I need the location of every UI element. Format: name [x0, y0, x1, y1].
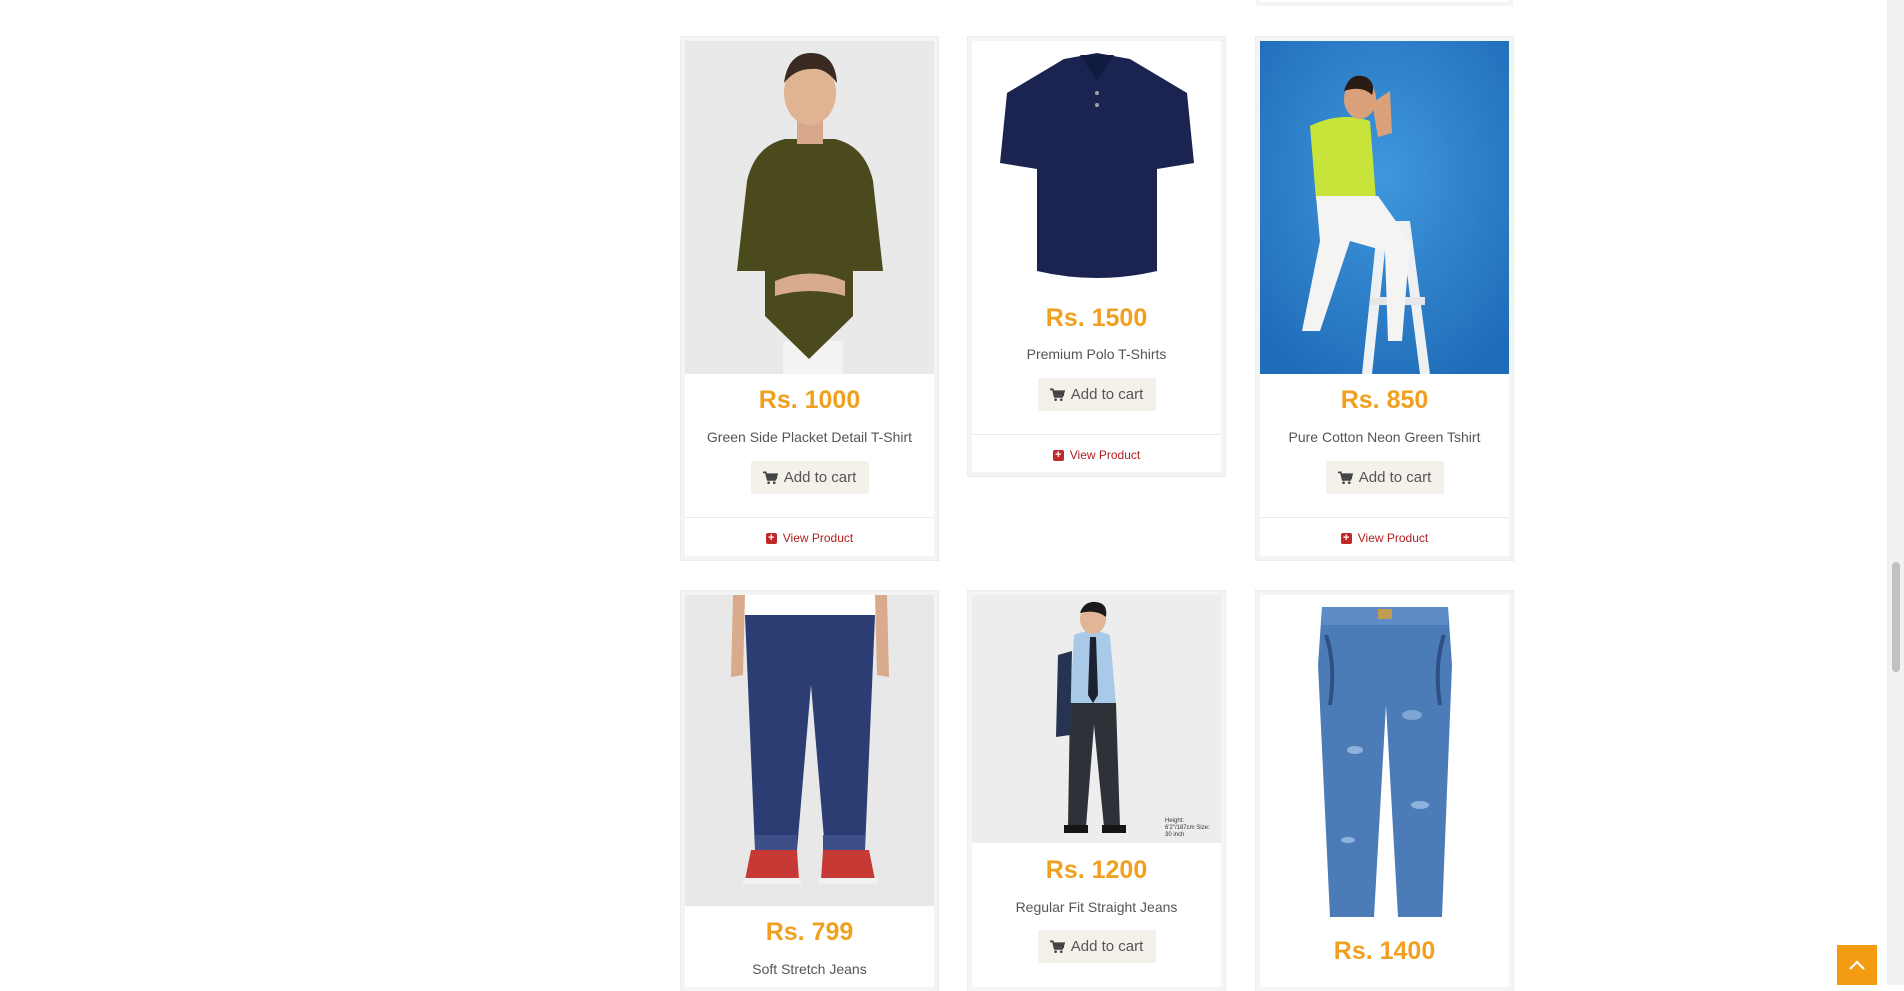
view-product-link[interactable]: + View Product: [972, 434, 1221, 475]
product-image[interactable]: [685, 595, 934, 906]
product-name: Regular Fit Straight Jeans: [1015, 899, 1178, 915]
add-to-cart-label: Add to cart: [1358, 469, 1432, 486]
plus-square-icon: +: [765, 532, 777, 544]
product-card: Height: 6'2"/187cm Size: 30 inch Rs. 120…: [967, 590, 1226, 991]
product-price: Rs. 1000: [758, 386, 861, 414]
cart-icon: [762, 471, 778, 484]
product-price: Rs. 850: [1340, 386, 1429, 414]
cart-icon: [1049, 388, 1065, 401]
product-card: Rs. 1400: [1255, 590, 1514, 991]
view-product-label: View Product: [1357, 531, 1429, 545]
product-image[interactable]: [1260, 41, 1509, 374]
plus-square-icon: +: [1052, 449, 1064, 461]
product-card-partial: [1256, 0, 1513, 6]
view-product-link[interactable]: + View Product: [685, 517, 934, 558]
add-to-cart-button[interactable]: Add to cart: [1325, 461, 1444, 494]
cart-icon: [1337, 471, 1353, 484]
add-to-cart-button[interactable]: Add to cart: [1037, 378, 1156, 411]
product-image[interactable]: [972, 41, 1221, 301]
view-product-label: View Product: [782, 531, 854, 545]
cart-icon: [1049, 940, 1065, 953]
plus-square-icon: +: [1340, 532, 1352, 544]
product-image[interactable]: Height: 6'2"/187cm Size: 30 inch: [972, 595, 1221, 843]
add-to-cart-label: Add to cart: [1070, 386, 1144, 403]
product-price: Rs. 1500: [1045, 304, 1148, 332]
view-product-label: View Product: [1069, 448, 1141, 462]
scrollbar-thumb[interactable]: [1892, 562, 1900, 672]
product-card: Rs. 1500 Premium Polo T-Shirts Add to ca…: [967, 36, 1226, 477]
chevron-up-icon: [1849, 960, 1865, 970]
page-scrollbar[interactable]: [1887, 0, 1904, 985]
view-product-link[interactable]: + View Product: [1260, 517, 1509, 558]
product-name: Green Side Placket Detail T-Shirt: [706, 429, 913, 445]
product-name: Soft Stretch Jeans: [752, 961, 867, 977]
product-price: Rs. 1200: [1045, 856, 1148, 884]
add-to-cart-label: Add to cart: [783, 469, 857, 486]
back-to-top-button[interactable]: [1837, 945, 1877, 985]
product-price: Rs. 799: [765, 918, 854, 946]
product-name: Premium Polo T-Shirts: [1026, 346, 1167, 362]
product-image[interactable]: [685, 41, 934, 374]
product-price: Rs. 1400: [1333, 937, 1436, 965]
add-to-cart-button[interactable]: Add to cart: [1037, 930, 1156, 963]
product-card: Rs. 799 Soft Stretch Jeans: [680, 590, 939, 991]
product-name: Pure Cotton Neon Green Tshirt: [1288, 429, 1481, 445]
add-to-cart-label: Add to cart: [1070, 938, 1144, 955]
image-caption: Height: 6'2"/187cm Size: 30 inch: [1165, 818, 1210, 838]
product-card: Rs. 850 Pure Cotton Neon Green Tshirt Ad…: [1255, 36, 1514, 561]
add-to-cart-button[interactable]: Add to cart: [750, 461, 869, 494]
product-card: Rs. 1000 Green Side Placket Detail T-Shi…: [680, 36, 939, 561]
product-image[interactable]: [1260, 595, 1509, 925]
